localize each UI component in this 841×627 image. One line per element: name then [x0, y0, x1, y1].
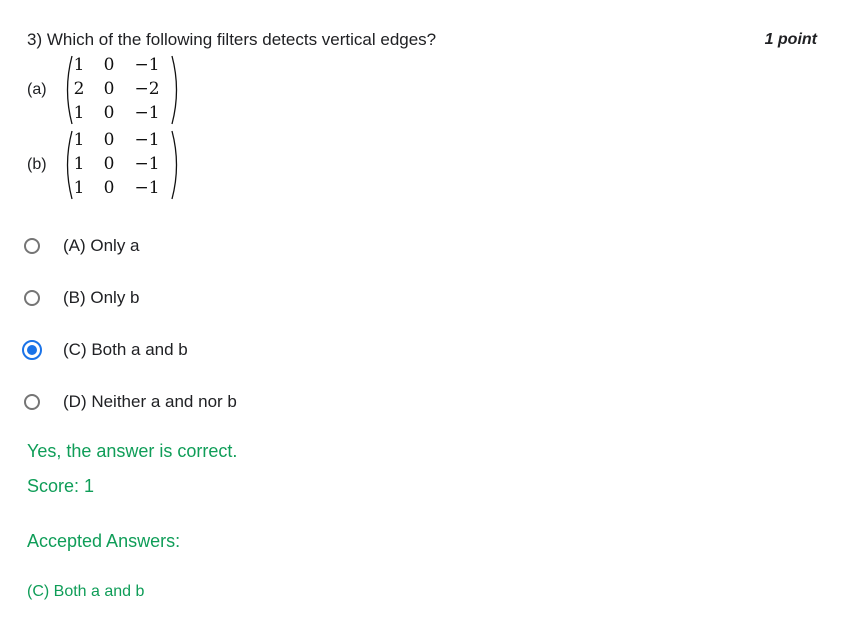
- radio-unchecked-icon[interactable]: [24, 290, 40, 306]
- matrix-cell: 1: [73, 154, 85, 174]
- result-message: Yes, the answer is correct.: [27, 441, 238, 461]
- matrix-cell: 1: [73, 130, 85, 150]
- matrix-cell: 0: [103, 154, 115, 174]
- matrix-cell: −2: [134, 79, 160, 99]
- radio-unchecked-icon[interactable]: [24, 394, 40, 410]
- option-b[interactable]: (B) Only b: [24, 272, 237, 324]
- option-d[interactable]: (D) Neither a and nor b: [24, 376, 237, 428]
- radio-unchecked-icon[interactable]: [24, 238, 40, 254]
- matrix-cell: 0: [103, 103, 115, 123]
- points-label: 1 point: [764, 31, 817, 48]
- matrix-cell: 1: [73, 103, 85, 123]
- filter-label: (a): [27, 81, 47, 98]
- matrix-cell: −1: [134, 55, 160, 75]
- matrix-cell: 2: [73, 79, 85, 99]
- option-label: (D) Neither a and nor b: [63, 392, 237, 411]
- option-c[interactable]: (C) Both a and b: [22, 324, 237, 376]
- matrix-cell: 0: [103, 178, 115, 198]
- filter-a: (a) 1 0 −1 2 0 −2 1 0 −1: [27, 54, 181, 126]
- matrix-a: 1 0 −1 2 0 −2 1 0 −1: [63, 54, 181, 126]
- matrix-cell: −1: [134, 103, 160, 123]
- filter-b: (b) 1 0 −1 1 0 −1 1 0 −1: [27, 129, 181, 201]
- matrix-cell: 0: [103, 130, 115, 150]
- matrix-cell: 1: [73, 55, 85, 75]
- option-label: (A) Only a: [63, 236, 140, 255]
- matrix-cell: −1: [134, 130, 160, 150]
- matrix-b: 1 0 −1 1 0 −1 1 0 −1: [63, 129, 181, 201]
- option-label: (B) Only b: [63, 288, 140, 307]
- answer-options: (A) Only a (B) Only b (C) Both a and b (…: [22, 220, 237, 428]
- matrix-cell: 0: [103, 79, 115, 99]
- accepted-answers-title: Accepted Answers:: [27, 531, 181, 551]
- accepted-answer-value: (C) Both a and b: [27, 583, 145, 600]
- matrix-cell: −1: [134, 178, 160, 198]
- radio-checked-icon[interactable]: [22, 340, 42, 360]
- filter-label: (b): [27, 156, 47, 173]
- question-text: 3) Which of the following filters detect…: [27, 30, 437, 49]
- matrix-cell: 0: [103, 55, 115, 75]
- option-a[interactable]: (A) Only a: [24, 220, 237, 272]
- score-text: Score: 1: [27, 476, 95, 496]
- option-label: (C) Both a and b: [63, 340, 188, 359]
- matrix-cell: 1: [73, 178, 85, 198]
- matrix-cell: −1: [134, 154, 160, 174]
